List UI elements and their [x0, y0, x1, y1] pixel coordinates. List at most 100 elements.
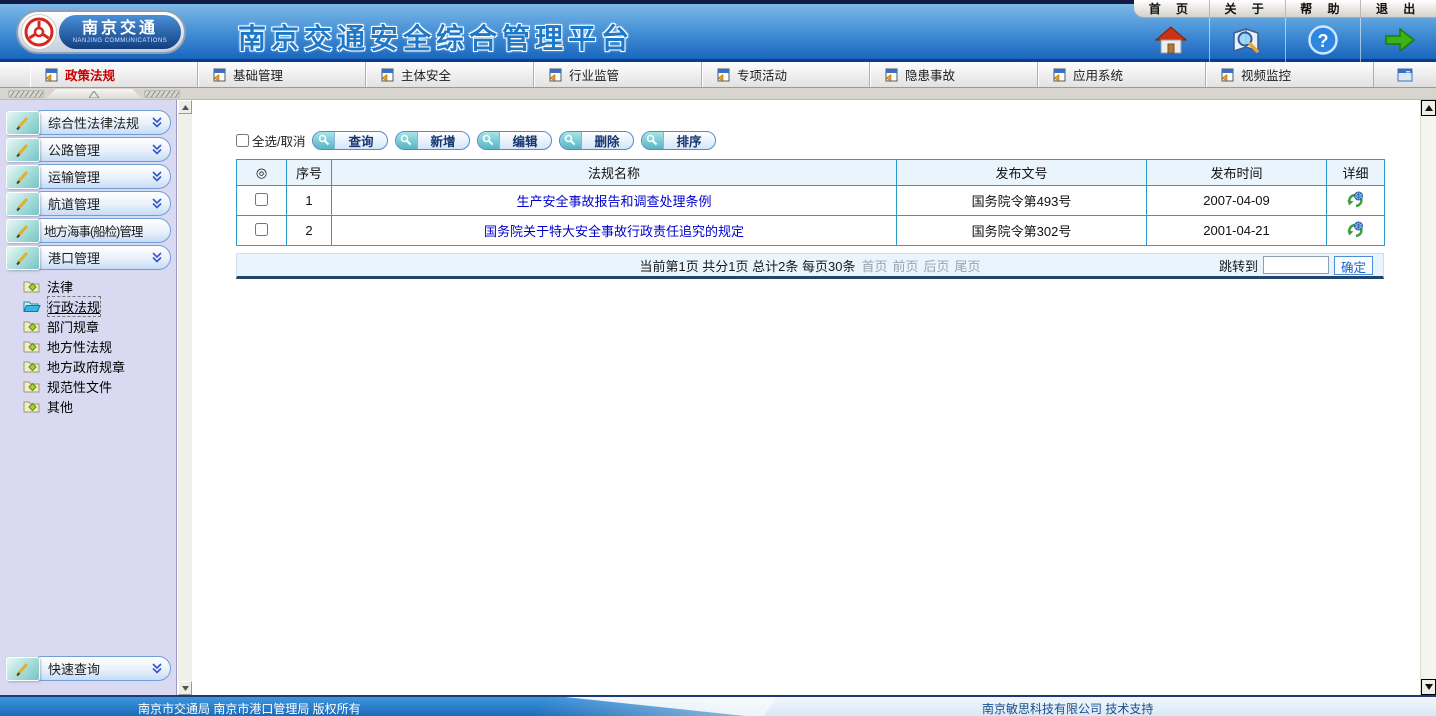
splitter-hatch: [144, 90, 180, 98]
item-label: 地方政府规章: [47, 357, 125, 376]
first-page-link[interactable]: 首页: [861, 256, 887, 275]
tab-hazard-accidents[interactable]: 隐患事故: [870, 62, 1038, 87]
button-label: 新增: [418, 131, 469, 150]
header-detail: 详细: [1327, 160, 1385, 186]
document-icon: [549, 68, 562, 82]
add-button[interactable]: 新增: [395, 131, 470, 150]
tab-label: 政策法规: [65, 65, 115, 84]
main-content: 全选/取消 查询 新增 编辑 删除 排序: [192, 100, 1420, 695]
notes-pencil-icon: [6, 111, 40, 135]
sidebar-item-others[interactable]: 其他: [0, 396, 176, 416]
magnifier-icon: [478, 132, 500, 149]
sidebar-group-local-maritime[interactable]: 地方海事(船检)管理: [6, 217, 171, 244]
header-select: ◎: [237, 160, 287, 186]
app-header: 南京交通 NANJING COMMUNICATIONS 南京交通安全综合管理平台…: [0, 0, 1436, 62]
splitter-bar: [0, 88, 1436, 100]
prev-page-link[interactable]: 前页: [892, 256, 918, 275]
top-menu: 首 页 关 于 帮 助 退 出: [1134, 0, 1436, 66]
footer: 南京市交通局 南京市港口管理局 版权所有 南京敏思科技有限公司 技术支持: [0, 695, 1436, 716]
tab-industry-supervision[interactable]: 行业监管: [534, 62, 702, 87]
group-label: 公路管理: [48, 140, 152, 159]
sidebar-item-department-rules[interactable]: 部门规章: [0, 316, 176, 336]
jump-confirm-button[interactable]: 确定: [1334, 256, 1373, 275]
last-page-link[interactable]: 尾页: [955, 256, 981, 275]
table-header-row: ◎ 序号 法规名称 发布文号 发布时间 详细: [237, 160, 1385, 186]
tab-label: 视频监控: [1241, 65, 1291, 84]
sidebar-group-port-management[interactable]: 港口管理: [6, 244, 171, 271]
chevron-down-icon: [152, 198, 162, 209]
next-page-link[interactable]: 后页: [924, 256, 950, 275]
menu-exit[interactable]: 退 出: [1360, 0, 1436, 17]
document-icon: [1053, 68, 1066, 82]
row-seq: 2: [287, 216, 332, 246]
tab-special-activities[interactable]: 专项活动: [702, 62, 870, 87]
footer-copyright: 南京市交通局 南京市港口管理局 版权所有: [138, 700, 361, 716]
button-label: 查询: [335, 131, 386, 150]
exit-icon[interactable]: [1360, 18, 1436, 62]
tab-label: 专项活动: [737, 65, 787, 84]
header-seq: 序号: [287, 160, 332, 186]
sidebar-collapse-handle[interactable]: [8, 89, 186, 99]
law-link[interactable]: 生产安全事故报告和调查处理条例: [516, 194, 711, 209]
sidebar-group-quick-query[interactable]: 快速查询: [6, 655, 171, 682]
tab-basic-management[interactable]: 基础管理: [198, 62, 366, 87]
sidebar-item-local-regulations[interactable]: 地方性法规: [0, 336, 176, 356]
sidebar-scrollbar[interactable]: [177, 100, 192, 695]
law-link[interactable]: 国务院关于特大安全事故行政责任追究的规定: [484, 224, 744, 239]
notes-pencil-icon: [6, 219, 40, 243]
sidebar-group-comprehensive-laws[interactable]: 综合性法律法规: [6, 109, 171, 136]
group-label: 运输管理: [48, 167, 152, 186]
select-all-checkbox[interactable]: [236, 134, 249, 147]
header-doc-no: 发布文号: [897, 160, 1147, 186]
button-label: 排序: [664, 131, 715, 150]
svg-text:?: ?: [1317, 31, 1328, 51]
logo: 南京交通 NANJING COMMUNICATIONS: [16, 10, 186, 54]
about-icon[interactable]: [1209, 18, 1285, 62]
select-all-label: 全选/取消: [252, 131, 305, 150]
button-label: 编辑: [500, 131, 551, 150]
jump-page-input[interactable]: [1263, 256, 1329, 274]
tab-policy-regulations[interactable]: 政策法规: [30, 62, 198, 87]
detail-icon[interactable]: [1327, 216, 1385, 246]
sidebar-item-normative-documents[interactable]: 规范性文件: [0, 376, 176, 396]
row-doc-no: 国务院令第302号: [897, 216, 1147, 246]
detail-icon[interactable]: [1327, 186, 1385, 216]
pagination-info: 当前第1页 共分1页 总计2条 每页30条: [639, 256, 855, 275]
home-icon[interactable]: [1134, 18, 1209, 62]
scroll-up-icon[interactable]: [1421, 100, 1436, 116]
sidebar-group-transport-management[interactable]: 运输管理: [6, 163, 171, 190]
group-label: 地方海事(船检)管理: [44, 221, 162, 240]
scroll-down-icon[interactable]: [178, 681, 192, 695]
delete-button[interactable]: 删除: [559, 131, 634, 150]
select-all-toggle[interactable]: 全选/取消: [236, 131, 305, 150]
item-label: 其他: [47, 397, 73, 416]
sidebar-item-laws[interactable]: 法律: [0, 276, 176, 296]
menu-about[interactable]: 关 于: [1209, 0, 1285, 17]
magnifier-icon: [560, 132, 582, 149]
table-row: 1 生产安全事故报告和调查处理条例 国务院令第493号 2007-04-09: [237, 186, 1385, 216]
sidebar-submenu: 法律 行政法规 部门规章 地方性法规 地方政府规章 规范性文件: [0, 276, 176, 416]
tab-label: 应用系统: [1073, 65, 1123, 84]
sidebar-group-waterway-management[interactable]: 航道管理: [6, 190, 171, 217]
sidebar-item-local-government-rules[interactable]: 地方政府规章: [0, 356, 176, 376]
page-scrollbar[interactable]: [1420, 100, 1436, 695]
sort-button[interactable]: 排序: [641, 131, 716, 150]
tab-label: 基础管理: [233, 65, 283, 84]
page-title: 南京交通安全综合管理平台: [238, 17, 634, 57]
row-checkbox[interactable]: [255, 193, 268, 206]
menu-home[interactable]: 首 页: [1134, 0, 1209, 17]
notes-pencil-icon: [6, 246, 40, 270]
top-menu-icons: ?: [1134, 18, 1436, 62]
sidebar-item-administrative-regulations[interactable]: 行政法规: [0, 296, 176, 316]
menu-help[interactable]: 帮 助: [1285, 0, 1361, 17]
header-date: 发布时间: [1147, 160, 1327, 186]
row-checkbox[interactable]: [255, 223, 268, 236]
jump-to-page: 跳转到 确定: [1219, 256, 1373, 275]
scroll-up-icon[interactable]: [178, 100, 192, 114]
query-button[interactable]: 查询: [312, 131, 387, 150]
help-icon[interactable]: ?: [1285, 18, 1361, 62]
scroll-down-icon[interactable]: [1421, 679, 1436, 695]
sidebar-group-highway-management[interactable]: 公路管理: [6, 136, 171, 163]
edit-button[interactable]: 编辑: [477, 131, 552, 150]
tab-subject-safety[interactable]: 主体安全: [366, 62, 534, 87]
